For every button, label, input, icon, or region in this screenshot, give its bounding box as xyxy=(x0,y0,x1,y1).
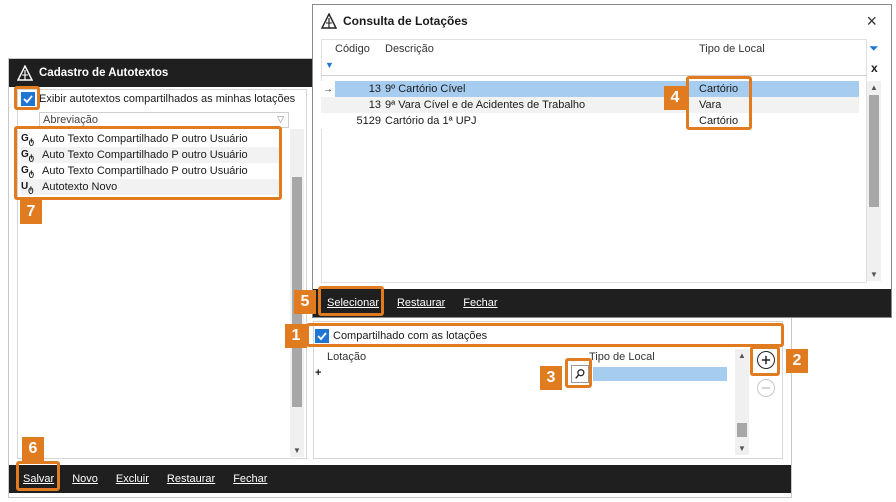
callout-box-7 xyxy=(14,126,282,200)
new-row-marker: + xyxy=(315,367,322,379)
codigo-cell: 13 xyxy=(368,99,381,111)
lotacoes-title: Consulta de Lotações xyxy=(343,14,468,28)
active-filter-icon[interactable]: ⏷ xyxy=(869,41,879,56)
app-logo-icon xyxy=(16,64,34,81)
share-panel-scrollbar-thumb[interactable] xyxy=(737,423,747,437)
app-logo-icon xyxy=(320,12,338,29)
restaurar-button[interactable]: Restaurar xyxy=(397,297,445,309)
share-panel-scrollbar[interactable]: ▲ ▼ xyxy=(735,349,749,455)
lotacoes-footer: Selecionar Restaurar Fechar xyxy=(313,289,891,317)
callout-badge-5: 5 xyxy=(294,290,316,314)
tipo-local-cell[interactable] xyxy=(593,367,727,381)
lotacoes-window: Consulta de Lotações × Código Descrição … xyxy=(312,4,892,318)
callout-box-5 xyxy=(318,286,384,316)
tipo-local-column-header: Tipo de Local xyxy=(589,351,655,363)
fechar-button[interactable]: Fechar xyxy=(233,473,267,485)
lotacoes-scrollbar-thumb[interactable] xyxy=(869,95,879,207)
table-row[interactable]: 13 9ª Vara Cível e de Acidentes de Traba… xyxy=(321,97,859,113)
restaurar-button[interactable]: Restaurar xyxy=(167,473,215,485)
excluir-button[interactable]: Excluir xyxy=(116,473,149,485)
filter-row-divider xyxy=(321,75,867,76)
descricao-column-header[interactable]: Descrição xyxy=(385,43,434,55)
codigo-cell: 13 xyxy=(368,83,381,95)
lotacoes-scrollbar[interactable]: ▲ ▼ xyxy=(867,81,881,281)
abbreviation-header-label: Abreviação xyxy=(43,114,99,126)
descricao-cell: 9º Cartório Cível xyxy=(385,83,466,95)
filter-funnel-icon[interactable]: ▽ xyxy=(277,114,284,125)
descricao-cell: Cartório da 1ª UPJ xyxy=(385,115,477,127)
novo-button[interactable]: Novo xyxy=(72,473,98,485)
callout-badge-3: 3 xyxy=(540,366,562,390)
lotacao-column-header: Lotação xyxy=(327,351,367,363)
lotacoes-titlebar: Consulta de Lotações × xyxy=(313,5,891,37)
table-row[interactable]: → 13 9º Cartório Cível Cartório xyxy=(321,81,859,97)
callout-box-1 xyxy=(306,323,784,347)
tipo-column-header[interactable]: Tipo de Local xyxy=(699,43,765,55)
autotextos-footer: Salvar Novo Excluir Restaurar Fechar xyxy=(9,465,791,493)
callout-badge-2: 2 xyxy=(786,349,808,373)
minus-icon xyxy=(761,387,771,389)
callout-box-show-shared xyxy=(14,86,40,110)
current-row-arrow-icon: → xyxy=(323,83,333,95)
table-row[interactable]: 5129 Cartório da 1ª UPJ Cartório xyxy=(321,113,859,129)
show-shared-checkbox[interactable]: Exibir autotextos compartilhados as minh… xyxy=(21,92,295,106)
show-shared-label: Exibir autotextos compartilhados as minh… xyxy=(39,93,296,105)
callout-badge-4: 4 xyxy=(664,86,686,110)
close-icon[interactable]: × xyxy=(866,11,877,32)
callout-box-2 xyxy=(750,346,780,376)
callout-box-3 xyxy=(565,358,592,388)
callout-badge-6: 6 xyxy=(22,437,44,461)
codigo-column-header[interactable]: Código xyxy=(335,43,370,55)
scroll-up-arrow-icon[interactable]: ▲ xyxy=(870,83,878,92)
callout-box-4 xyxy=(686,76,752,130)
scroll-down-arrow-icon[interactable]: ▼ xyxy=(870,270,878,279)
filter-funnel-icon[interactable]: ▼ xyxy=(325,60,334,70)
descricao-cell: 9ª Vara Cível e de Acidentes de Trabalho xyxy=(385,99,586,111)
callout-box-6 xyxy=(16,461,60,491)
callout-badge-7: 7 xyxy=(20,200,42,224)
fechar-button[interactable]: Fechar xyxy=(463,297,497,309)
codigo-cell: 5129 xyxy=(356,115,381,127)
remove-lotacao-button[interactable] xyxy=(757,379,775,397)
autotextos-title: Cadastro de Autotextos xyxy=(39,67,169,79)
scroll-up-arrow-icon[interactable]: ▲ xyxy=(738,351,746,360)
scroll-down-arrow-icon[interactable]: ▼ xyxy=(738,444,746,453)
callout-badge-1: 1 xyxy=(285,324,307,348)
scroll-down-arrow-icon[interactable]: ▼ xyxy=(293,446,301,455)
clear-filter-icon[interactable]: x xyxy=(871,61,878,75)
